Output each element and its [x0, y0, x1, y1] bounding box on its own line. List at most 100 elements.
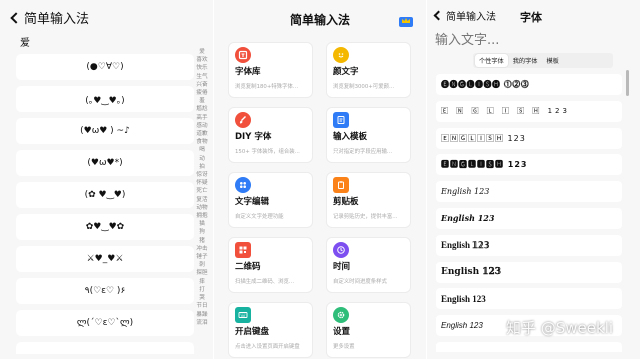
index-letter[interactable]: 感动 — [196, 122, 207, 130]
index-letter[interactable]: 怀疑 — [196, 179, 207, 187]
card-title: 设置 — [333, 327, 351, 337]
clock-icon — [333, 242, 349, 258]
index-letter[interactable]: 流泪 — [196, 319, 207, 327]
watermark: 知乎 @Sweekli — [506, 319, 614, 337]
category-index: 爱喜欢 快乐 生气 兴奋 疲倦羞尴尬 高手 感动 道歉 食物喝动拍惊讶 怀疑 死亡 复活 动物 拥抱猫狗猪… — [196, 48, 208, 327]
card-clipboard[interactable]: 剪贴板 记录剪贴历史，提供丰富... — [326, 172, 411, 228]
card-title: DIY 字体 — [235, 132, 272, 142]
card-desc: 记录剪贴历史，提供丰富... — [333, 214, 398, 220]
index-letter[interactable]: 动物 — [196, 204, 207, 212]
card-title: 剪贴板 — [333, 197, 359, 207]
card-title: 时间 — [333, 262, 351, 272]
index-letter[interactable]: 高手 — [196, 114, 207, 122]
index-letter[interactable]: 食物 — [196, 138, 207, 146]
index-letter[interactable]: 拍 — [199, 163, 205, 171]
index-letter[interactable]: 狗 — [199, 228, 205, 236]
font-sample[interactable]: English 123 — [436, 207, 622, 229]
page-title: 字体 — [520, 11, 542, 24]
emoticon-item[interactable]: ლ(´♡ε♡`ლ) — [16, 310, 194, 336]
index-letter[interactable]: 拥抱 — [196, 212, 207, 220]
index-letter[interactable]: 哭 — [199, 294, 205, 302]
brush-icon — [235, 112, 251, 128]
card-title: 字体库 — [235, 67, 261, 77]
card-emoticons[interactable]: 颜文字 浏览复制3000+可爱颜... — [326, 42, 411, 98]
back-button[interactable]: 简单输入法 — [433, 8, 496, 23]
card-desc: 更多设置 — [333, 344, 355, 350]
page-title: 简单输入法 — [289, 13, 350, 27]
index-letter[interactable]: 冲击 — [196, 245, 207, 253]
emoticon-header: 简单输入法 — [0, 0, 213, 30]
font-sample[interactable]: English 𝟙𝟚𝟛 — [436, 261, 622, 283]
card-diy-font[interactable]: DIY 字体 150+ 字体装饰，组合装... — [228, 107, 313, 163]
home-panel: 简单输入法 字体库 浏览复制180+特殊字体... 颜文字 浏览复制3000+可… — [214, 0, 426, 359]
card-title: 输入模板 — [333, 132, 368, 142]
font-sample[interactable] — [436, 341, 622, 352]
index-letter[interactable]: 复活 — [196, 196, 207, 204]
card-enable-keyboard[interactable]: 开启键盘 点击进入设置页面开启键盘 — [228, 302, 313, 358]
font-sample[interactable]: 🄴🄽🄶🄻🄸🅂🄷 123 — [436, 127, 622, 149]
index-letter[interactable]: 喜欢 — [196, 56, 207, 64]
text-input[interactable] — [435, 30, 605, 50]
emoticon-item[interactable]: (♥ω♥*) — [16, 150, 194, 176]
tab-personal-fonts[interactable]: 个性字体 — [475, 54, 508, 67]
index-letter[interactable]: 猫 — [199, 220, 205, 228]
smiley-icon — [333, 47, 349, 63]
emoticon-item[interactable]: ⚔♥_♥⚔ — [16, 246, 194, 272]
index-letter[interactable]: 刺 — [199, 261, 205, 269]
index-letter[interactable]: 打 — [199, 286, 205, 294]
index-letter[interactable]: 喝 — [199, 146, 205, 154]
index-letter[interactable]: 摔 — [199, 278, 205, 286]
card-desc: 只对指定的字段应用输... — [333, 149, 393, 155]
section-title: 爱 — [20, 38, 30, 49]
font-library-icon — [235, 47, 251, 63]
clipboard-icon — [333, 177, 349, 193]
font-sample[interactable]: 🄴 🄽 🄶 🄻 🄸 🅂 🄷 123 — [436, 100, 622, 122]
tab-my-fonts[interactable]: 我的字体 — [509, 54, 542, 67]
emoticon-item[interactable]: (♥ω♥ ) ~♪ — [16, 118, 194, 144]
crown-icon — [399, 17, 413, 27]
back-button[interactable]: 简单输入法 — [10, 8, 90, 27]
back-label: 简单输入法 — [24, 12, 90, 27]
template-icon — [333, 112, 349, 128]
index-letter[interactable]: 猪 — [199, 237, 205, 245]
text-edit-icon — [235, 177, 251, 193]
index-letter[interactable]: 道歉 — [196, 130, 207, 138]
index-letter[interactable]: 节日 — [196, 302, 207, 310]
emoticon-item[interactable]: (●♡∀♡) — [16, 54, 194, 80]
card-text-edit[interactable]: 文字编辑 自定义文字处理功能 — [228, 172, 313, 228]
index-letter[interactable]: 羞 — [199, 97, 205, 105]
vip-crown-button[interactable] — [398, 12, 414, 28]
index-letter[interactable]: 快乐 — [196, 64, 207, 72]
index-letter[interactable]: 兴奋 — [196, 81, 207, 89]
emoticon-item[interactable]: ✿♥‿♥✿ — [16, 214, 194, 240]
emoticon-item[interactable]: ٩(♡ε♡ )۶ — [16, 278, 194, 304]
card-font-library[interactable]: 字体库 浏览复制180+特殊字体... — [228, 42, 313, 98]
font-sample[interactable]: English 𝟙𝟚𝟛 — [436, 234, 622, 256]
card-settings[interactable]: 设置 更多设置 — [326, 302, 411, 358]
card-desc: 浏览复制3000+可爱颜... — [333, 84, 395, 90]
emoticon-item[interactable]: (｡♥‿♥｡) — [16, 86, 194, 112]
card-input-template[interactable]: 输入模板 只对指定的字段应用输... — [326, 107, 411, 163]
card-time[interactable]: 时间 自定义时间进度条样式 — [326, 237, 411, 293]
emoticon-item[interactable] — [16, 342, 194, 354]
font-list: 🅔🅝🅖🅛🅘🅢🅗 ⓵⓶⓷ 🄴 🄽 🄶 🄻 🄸 🅂 🄷 123 🄴🄽🄶🄻🄸🅂🄷 12… — [436, 74, 622, 358]
index-letter[interactable]: 锤子 — [196, 253, 207, 261]
index-letter[interactable]: 死亡 — [196, 187, 207, 195]
font-sample[interactable]: English 123 — [436, 181, 622, 203]
emoticon-item[interactable]: (✿ ♥‿♥) — [16, 182, 194, 208]
index-letter[interactable]: 爱 — [199, 48, 205, 56]
tab-templates[interactable]: 模板 — [543, 54, 563, 67]
index-letter[interactable]: 尴尬 — [196, 105, 207, 113]
card-qrcode[interactable]: 二维码 扫描生成二维码、浏览... — [228, 237, 313, 293]
font-sample[interactable]: 🅴🅽🅶🅻🅸🆂🅷 123 — [436, 154, 622, 176]
scrollbar-thumb[interactable] — [626, 70, 629, 96]
font-sample[interactable]: 🅔🅝🅖🅛🅘🅢🅗 ⓵⓶⓷ — [436, 74, 622, 95]
back-label: 简单输入法 — [446, 12, 496, 23]
index-letter[interactable]: 惊讶 — [196, 171, 207, 179]
index-letter[interactable]: 疲倦 — [196, 89, 207, 97]
font-sample[interactable]: English 123 — [436, 288, 622, 310]
index-letter[interactable]: 暴躁 — [196, 311, 207, 319]
index-letter[interactable]: 生气 — [196, 73, 207, 81]
index-letter[interactable]: 探胆 — [196, 269, 207, 277]
index-letter[interactable]: 动 — [199, 155, 205, 163]
